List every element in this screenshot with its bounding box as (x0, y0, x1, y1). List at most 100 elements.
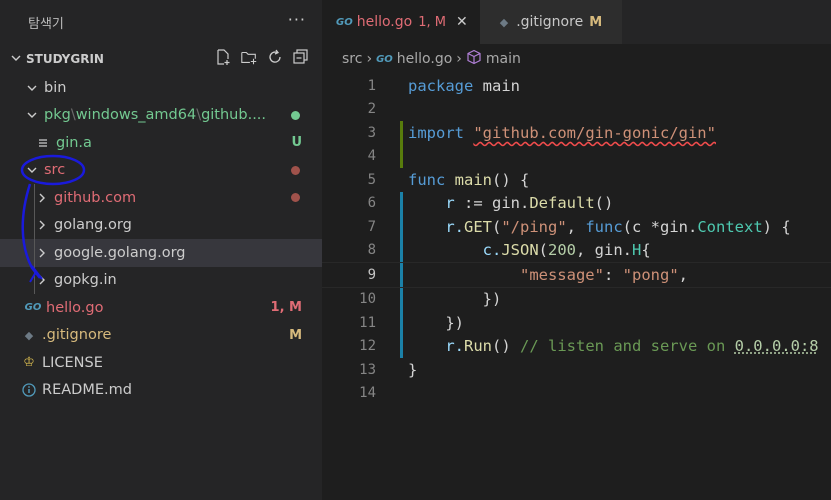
tab-gitignore[interactable]: ◆ .gitignore M (479, 0, 623, 44)
new-file-icon[interactable] (214, 48, 232, 66)
breadcrumb-file[interactable]: hello.go (397, 51, 453, 67)
code-line: 14 (322, 382, 831, 406)
tree-item-label: hello.go (46, 299, 104, 316)
tree-item-label: README.md (42, 382, 132, 399)
line-number: 3 (367, 124, 376, 141)
code-line: 12 r.Run() // listen and serve on 0.0.0.… (322, 334, 831, 358)
breadcrumb-separator: › (456, 51, 462, 67)
project-name: STUDYGRIN (26, 52, 104, 66)
tree-item[interactable]: pkg \ windows_amd64 \ github.... (0, 102, 322, 130)
line-number: 12 (359, 338, 376, 355)
tree-item-label: pkg (44, 107, 71, 124)
code-token: := gin. (454, 194, 530, 213)
code-line: 3 import "github.com/gin-gonic/gin" (322, 121, 831, 145)
code-line: 4 (322, 144, 831, 168)
license-icon: ♔ (23, 355, 35, 371)
code-line: 6 r := gin.Default() (322, 191, 831, 215)
project-header[interactable]: STUDYGRIN (0, 44, 322, 74)
refresh-icon[interactable] (266, 48, 284, 66)
chevron-down-icon[interactable] (24, 164, 40, 176)
code-line: 1 package main (322, 74, 831, 98)
file-tree: bin pkg \ windows_amd64 \ github.... gin.a… (0, 74, 322, 404)
tree-item[interactable]: google.golang.org (0, 239, 322, 267)
tree-item-label: windows_amd64 (75, 107, 197, 124)
tree-item[interactable]: gopkg.in (0, 267, 322, 295)
indent-guide (34, 184, 35, 294)
code-token: // listen and serve on (520, 337, 735, 356)
tree-item[interactable]: GO hello.go 1, M (0, 294, 322, 322)
status-badge: U (291, 135, 302, 151)
breadcrumb: src › GO hello.go › main (322, 44, 831, 74)
code-line: 10 }) (322, 287, 831, 311)
code-token: Run (464, 337, 492, 356)
code-token: c. (482, 241, 502, 260)
chevron-right-icon[interactable] (34, 192, 50, 204)
code-token: func (408, 170, 446, 189)
tab-label: .gitignore (516, 14, 584, 30)
tree-item[interactable]: golang.org (0, 212, 322, 240)
info-icon (20, 383, 38, 397)
cube-icon (466, 49, 482, 69)
git-icon: ◆ (24, 328, 34, 342)
breadcrumb-separator: › (366, 51, 373, 67)
chevron-right-icon[interactable] (34, 219, 50, 231)
tree-item-label: LICENSE (42, 354, 103, 371)
close-icon[interactable]: ✕ (456, 14, 468, 30)
code-token: 0.0.0.0:8 (734, 337, 819, 356)
explorer-title: 탐색기 (28, 16, 64, 32)
tree-item[interactable]: github.com (0, 184, 322, 212)
code-line: 8 c.JSON(200, gin.H{ (322, 238, 831, 262)
modified-dot-icon (291, 193, 300, 203)
code-token: H (632, 241, 642, 260)
tab-bar: GO hello.go 1, M ✕ ◆ .gitignore M (322, 0, 831, 44)
tree-item-label: bin (44, 79, 67, 96)
tree-item-label: src (44, 162, 66, 179)
code-token: "message" (519, 265, 604, 284)
chevron-right-icon[interactable] (34, 274, 50, 286)
tree-item[interactable]: gin.a U (0, 129, 322, 157)
modified-dot-icon (291, 110, 300, 120)
code-token: r (445, 194, 455, 213)
status-badge: M (289, 327, 302, 343)
more-actions-icon[interactable]: ··· (288, 10, 306, 29)
code-token: GET (464, 217, 492, 236)
tree-item[interactable]: src (0, 157, 322, 185)
tab-hello-go[interactable]: GO hello.go 1, M ✕ (322, 0, 480, 44)
tab-label: hello.go (356, 14, 413, 30)
code-token: 200 (548, 241, 576, 260)
tab-badge: M (589, 14, 603, 30)
line-number: 1 (367, 77, 376, 94)
line-number: 8 (367, 242, 376, 259)
status-badge: 1, M (270, 300, 302, 316)
line-number: 4 (367, 148, 376, 165)
code-token: () (492, 337, 520, 356)
tree-item[interactable]: ♔ LICENSE (0, 349, 322, 377)
breadcrumb-symbol[interactable]: main (486, 51, 521, 67)
chevron-right-icon[interactable] (34, 247, 50, 259)
code-token: (c *gin. (622, 217, 698, 236)
line-number: 7 (367, 218, 376, 235)
collapse-all-icon[interactable] (292, 48, 310, 66)
code-token: Context (697, 217, 763, 236)
code-line: 13 } (322, 358, 831, 382)
go-file-icon: GO (376, 53, 393, 65)
code-token: "pong" (622, 265, 679, 284)
chevron-down-icon[interactable] (24, 109, 40, 121)
tree-item[interactable]: ◆ .gitignore M (0, 322, 322, 350)
code-token: package (408, 76, 474, 95)
breadcrumb-src[interactable]: src (342, 51, 362, 67)
code-token: : (603, 265, 623, 284)
code-token: }) (445, 313, 464, 332)
line-number: 14 (359, 385, 376, 402)
new-folder-icon[interactable] (240, 48, 258, 66)
line-number: 5 (367, 171, 376, 188)
line-number: 10 (359, 291, 376, 308)
code-token: } (408, 360, 418, 379)
tree-item[interactable]: README.md (0, 377, 322, 405)
tree-item[interactable]: bin (0, 74, 322, 102)
line-number: 2 (367, 101, 376, 118)
explorer-sidebar: 탐색기 ··· STUDYGRIN bin pkg \ windows_amd64… (0, 0, 322, 500)
code-editor[interactable]: 1 package main 2 3 import "github.com/gi… (322, 74, 831, 405)
chevron-down-icon[interactable] (24, 82, 40, 94)
code-token: ( (492, 217, 502, 236)
